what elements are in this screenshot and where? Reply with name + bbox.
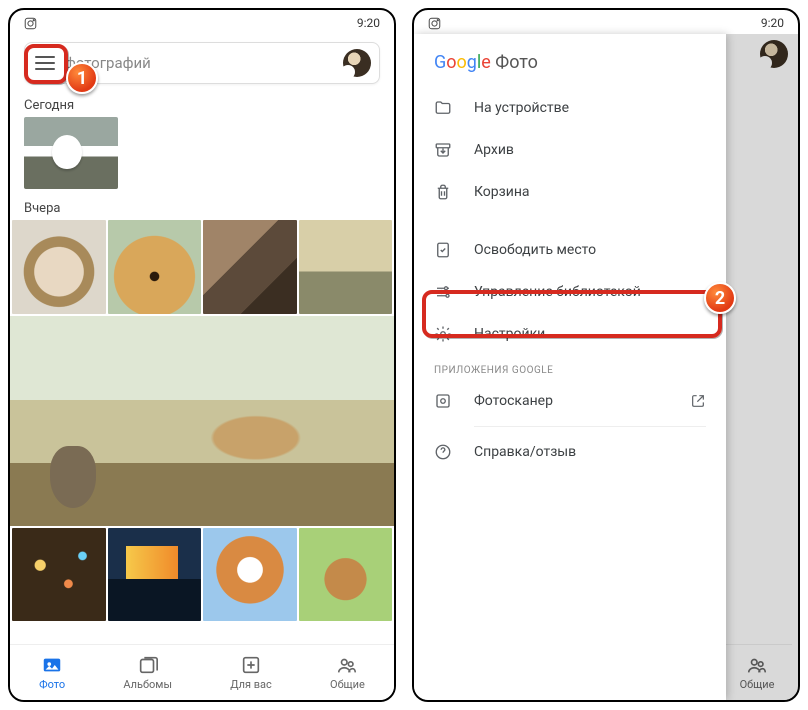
hamburger-icon[interactable]	[35, 56, 55, 70]
drawer-item-trash[interactable]: Корзина	[414, 171, 726, 213]
gear-icon	[434, 325, 452, 343]
nav-label: Альбомы	[123, 678, 172, 691]
nav-sharing[interactable]: Общие	[330, 654, 365, 691]
photo-thumb[interactable]	[299, 528, 393, 622]
nav-drawer: Google Фото На устройстве Архив Корзина …	[414, 34, 726, 700]
drawer-title: Google Фото	[414, 52, 726, 87]
search-bar[interactable]: фотографий	[24, 42, 380, 84]
drawer-section-apps: ПРИЛОЖЕНИЯ GOOGLE	[414, 355, 726, 380]
nav-label: Фото	[39, 678, 65, 691]
drawer-item-photoscan[interactable]: Фотосканер	[414, 380, 726, 422]
bottom-nav: Фото Альбомы Для вас Общие	[10, 644, 394, 700]
nav-for-you[interactable]: Для вас	[230, 654, 272, 691]
sharing-icon	[336, 654, 358, 676]
drawer-label: Справка/отзыв	[474, 444, 576, 460]
photo-thumb[interactable]	[108, 220, 202, 314]
photo-thumb-large[interactable]	[10, 316, 394, 526]
drawer-item-manage-library[interactable]: Управление библиотекой	[414, 271, 726, 313]
drawer-item-free-up[interactable]: Освободить место	[414, 229, 726, 271]
free-up-icon	[434, 241, 452, 259]
section-yesterday: Вчера	[10, 195, 394, 220]
nav-label: Для вас	[230, 678, 272, 691]
search-placeholder: фотографий	[65, 54, 333, 72]
drawer-label: Корзина	[474, 184, 530, 200]
backup-off-icon	[343, 67, 353, 77]
archive-icon	[434, 141, 452, 159]
drawer-label: Освободить место	[474, 242, 596, 258]
section-today: Сегодня	[10, 92, 394, 117]
photo-thumb-rabbit[interactable]	[24, 117, 118, 189]
nav-photos[interactable]: Фото	[39, 654, 65, 691]
status-time: 9:20	[761, 16, 784, 30]
albums-icon	[137, 654, 159, 676]
phone-left: 9:20 фотографий Сегодня Вчера Фото	[8, 8, 396, 702]
instagram-icon	[428, 17, 441, 30]
photo-thumb[interactable]	[203, 220, 297, 314]
drawer-label: Настройки	[474, 326, 545, 342]
photo-thumb[interactable]	[12, 528, 106, 622]
status-bar: 9:20	[414, 10, 798, 34]
photoscan-icon	[434, 392, 452, 410]
drawer-label: На устройстве	[474, 100, 569, 116]
instagram-icon	[24, 17, 37, 30]
drawer-label: Управление библиотекой	[474, 284, 641, 300]
google-logo: Google	[434, 52, 491, 73]
phone-right: 9:20 Общие Google Фото На устройстве Арх…	[412, 8, 800, 702]
status-bar: 9:20	[10, 10, 394, 34]
nav-label: Общие	[330, 678, 365, 691]
drawer-label: Фотосканер	[474, 393, 553, 409]
external-link-icon	[690, 393, 706, 409]
for-you-icon	[240, 654, 262, 676]
photo-thumb[interactable]	[12, 220, 106, 314]
trash-icon	[434, 183, 452, 201]
photo-thumb[interactable]	[203, 528, 297, 622]
status-time: 9:20	[357, 16, 380, 30]
divider	[474, 426, 706, 427]
photo-thumb[interactable]	[299, 220, 393, 314]
photo-grid	[10, 220, 394, 644]
drawer-item-on-device[interactable]: На устройстве	[414, 87, 726, 129]
folder-icon	[434, 99, 452, 117]
tune-icon	[434, 283, 452, 301]
photos-icon	[41, 654, 63, 676]
drawer-item-settings[interactable]: Настройки	[414, 313, 726, 355]
photo-thumb[interactable]	[108, 528, 202, 622]
nav-albums[interactable]: Альбомы	[123, 654, 172, 691]
drawer-label: Архив	[474, 142, 514, 158]
drawer-item-help[interactable]: Справка/отзыв	[414, 431, 726, 473]
account-avatar[interactable]	[343, 49, 371, 77]
drawer-item-archive[interactable]: Архив	[414, 129, 726, 171]
help-icon	[434, 443, 452, 461]
